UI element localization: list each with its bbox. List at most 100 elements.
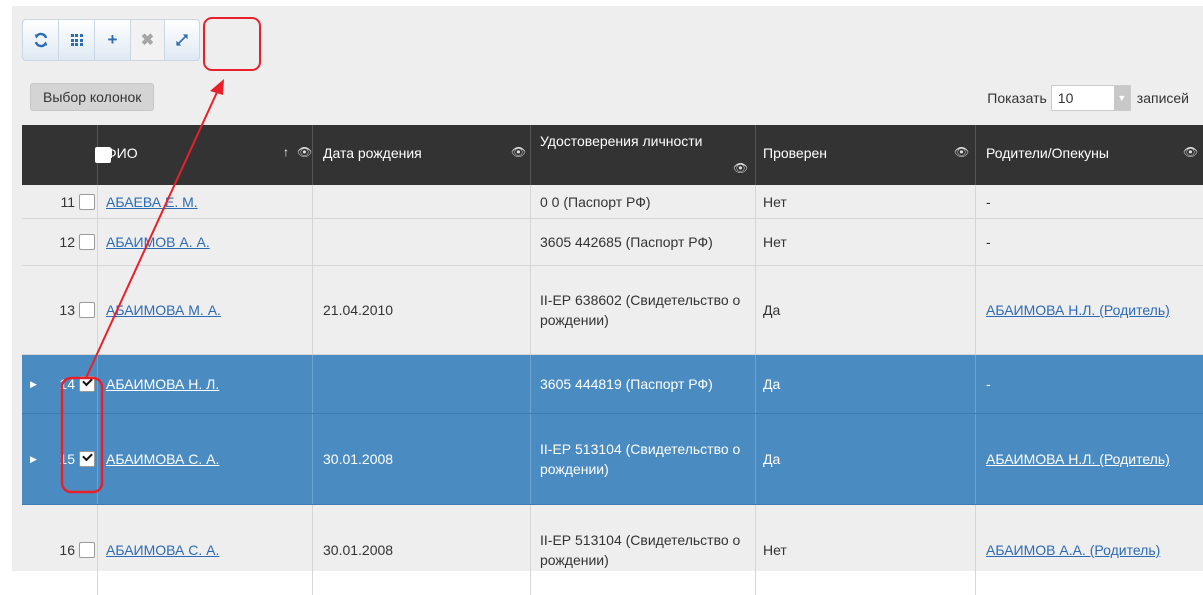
- fio-cell: АБАИМОВА М. А.: [98, 266, 313, 354]
- delete-button[interactable]: ✖: [130, 19, 164, 61]
- checked-cell: Да: [756, 414, 976, 504]
- parent-link[interactable]: АБАИМОВА Н.Л. (Родитель): [986, 449, 1170, 469]
- row-select-cell: ▶ 14: [22, 355, 98, 413]
- header-select-cell: [22, 125, 111, 185]
- parent-link[interactable]: АБАИМОВ А.А. (Родитель): [986, 540, 1160, 560]
- hide-column-icon[interactable]: 👁: [954, 145, 969, 159]
- row-number: 13: [59, 302, 75, 318]
- toolbar: + ✖: [22, 19, 200, 61]
- person-link[interactable]: АБАИМОВА С. А.: [106, 451, 219, 467]
- person-link[interactable]: АБАИМОВА Н. Л.: [106, 376, 219, 392]
- expand-row-icon[interactable]: ▶: [30, 454, 37, 465]
- hide-column-icon[interactable]: 👁: [1183, 145, 1198, 159]
- row-select-cell: 13: [22, 266, 98, 354]
- row-number: 15: [59, 451, 75, 467]
- person-link[interactable]: АБАИМОВ А. А.: [106, 234, 210, 250]
- doc-cell: 3605 442685 (Паспорт РФ): [531, 219, 756, 265]
- add-button[interactable]: +: [94, 19, 130, 61]
- checked-cell: Да: [756, 266, 976, 354]
- doc-cell: 0 0 (Паспорт РФ): [531, 185, 756, 218]
- collapse-button[interactable]: [164, 19, 200, 61]
- row-select-cell: 11: [22, 185, 98, 218]
- table-row[interactable]: 11 АБАЕВА Е. М. 0 0 (Паспорт РФ) Нет -: [22, 185, 1203, 219]
- row-checkbox[interactable]: [79, 302, 95, 318]
- grid-icon: [70, 34, 83, 46]
- row-select-cell: 16: [22, 505, 98, 595]
- header-fio-label: ФИО: [106, 145, 138, 161]
- fio-cell: АБАИМОВА Н. Л.: [98, 355, 313, 413]
- parents-cell: -: [986, 376, 991, 392]
- header-dob[interactable]: Дата рождения 👁: [313, 125, 531, 185]
- row-number: 14: [59, 376, 75, 392]
- fio-cell: АБАЕВА Е. М.: [98, 185, 313, 218]
- row-checkbox[interactable]: [79, 234, 95, 250]
- page-size-control: Показать 10 ▼ записей: [987, 85, 1189, 111]
- hide-column-icon[interactable]: 👁: [297, 145, 312, 159]
- dob-cell: 21.04.2010: [313, 266, 531, 354]
- parents-cell: -: [986, 193, 991, 210]
- close-icon: ✖: [140, 32, 155, 49]
- column-chooser-button[interactable]: Выбор колонок: [30, 83, 155, 111]
- person-link[interactable]: АБАИМОВА С. А.: [106, 542, 219, 558]
- parents-cell: АБАИМОВА Н.Л. (Родитель): [976, 414, 1203, 504]
- person-link[interactable]: АБАИМОВА М. А.: [106, 302, 221, 318]
- row-number: 12: [59, 234, 75, 250]
- table-row[interactable]: 16 АБАИМОВА С. А. 30.01.2008 II-ЕР 51310…: [22, 505, 1203, 595]
- hide-column-icon[interactable]: 👁: [733, 161, 748, 175]
- row-select-cell: 12: [22, 219, 98, 265]
- table-row-selected[interactable]: ▶ 15 АБАИМОВА С. А. 30.01.2008 II-ЕР 513…: [22, 414, 1203, 505]
- checked-cell: Нет: [756, 505, 976, 595]
- refresh-button[interactable]: [22, 19, 58, 61]
- parents-cell: -: [986, 234, 991, 250]
- plus-icon: +: [107, 30, 118, 49]
- header-doc-label: Удостоверения личности: [540, 133, 703, 149]
- fio-cell: АБАИМОВ А. А.: [98, 219, 313, 265]
- table-header: ФИО ↑ 👁 Дата рождения 👁 Удостоверения ли…: [22, 125, 1203, 185]
- fio-cell: АБАИМОВА С. А.: [98, 505, 313, 595]
- header-parents-label: Родители/Опекуны: [986, 145, 1109, 161]
- refresh-icon: [34, 32, 47, 48]
- row-checkbox[interactable]: [79, 193, 95, 210]
- columns-grid-button[interactable]: [58, 19, 94, 61]
- dob-cell: 30.01.2008: [313, 414, 531, 504]
- sort-asc-icon: ↑: [283, 145, 289, 159]
- dob-cell: [313, 355, 531, 413]
- page-size-select[interactable]: 10 ▼: [1050, 85, 1131, 111]
- row-checkbox-checked[interactable]: [79, 451, 95, 467]
- expand-row-icon[interactable]: ▶: [30, 379, 37, 390]
- page-size-value: 10: [1057, 90, 1074, 106]
- row-checkbox[interactable]: [79, 542, 95, 558]
- row-number: 16: [59, 542, 75, 558]
- highlight-box: [203, 17, 261, 71]
- checked-cell: Да: [756, 355, 976, 413]
- checked-cell: Нет: [756, 219, 976, 265]
- table-row[interactable]: 13 АБАИМОВА М. А. 21.04.2010 II-ЕР 63860…: [22, 266, 1203, 355]
- parents-cell: АБАИМОВА Н.Л. (Родитель): [976, 266, 1203, 354]
- page-size-prefix: Показать: [987, 90, 1047, 106]
- doc-cell: 3605 444819 (Паспорт РФ): [531, 355, 756, 413]
- parent-link[interactable]: АБАИМОВА Н.Л. (Родитель): [986, 300, 1170, 320]
- hide-column-icon[interactable]: 👁: [511, 145, 526, 159]
- page-size-suffix: записей: [1136, 90, 1189, 106]
- header-checked[interactable]: Проверен 👁: [756, 125, 976, 185]
- persons-table: ФИО ↑ 👁 Дата рождения 👁 Удостоверения ли…: [22, 125, 1203, 595]
- row-checkbox-checked[interactable]: [79, 376, 95, 392]
- person-link[interactable]: АБАЕВА Е. М.: [106, 194, 198, 210]
- table-row-selected[interactable]: ▶ 14 АБАИМОВА Н. Л. 3605 444819 (Паспорт…: [22, 355, 1203, 414]
- header-fio[interactable]: ФИО ↑ 👁: [98, 125, 313, 185]
- doc-cell: II-ЕР 513104 (Свидетельство о рождении): [531, 505, 756, 595]
- header-parents[interactable]: Родители/Опекуны 👁: [976, 125, 1203, 185]
- row-number: 11: [60, 193, 75, 210]
- collapse-arrows-icon: [176, 34, 188, 46]
- header-checked-label: Проверен: [763, 145, 828, 161]
- doc-cell: II-ЕР 638602 (Свидетельство о рождении): [531, 266, 756, 354]
- table-row[interactable]: 12 АБАИМОВ А. А. 3605 442685 (Паспорт РФ…: [22, 219, 1203, 266]
- parents-cell: АБАИМОВ А.А. (Родитель): [976, 505, 1203, 595]
- checked-cell: Нет: [756, 185, 976, 218]
- row-select-cell: ▶ 15: [22, 414, 98, 504]
- chevron-down-icon: ▼: [1113, 86, 1130, 110]
- doc-cell: II-ЕР 513104 (Свидетельство о рождении): [531, 414, 756, 504]
- header-doc[interactable]: Удостоверения личности 👁: [531, 125, 756, 185]
- fio-cell: АБАИМОВА С. А.: [98, 414, 313, 504]
- dob-cell: 30.01.2008: [313, 505, 531, 595]
